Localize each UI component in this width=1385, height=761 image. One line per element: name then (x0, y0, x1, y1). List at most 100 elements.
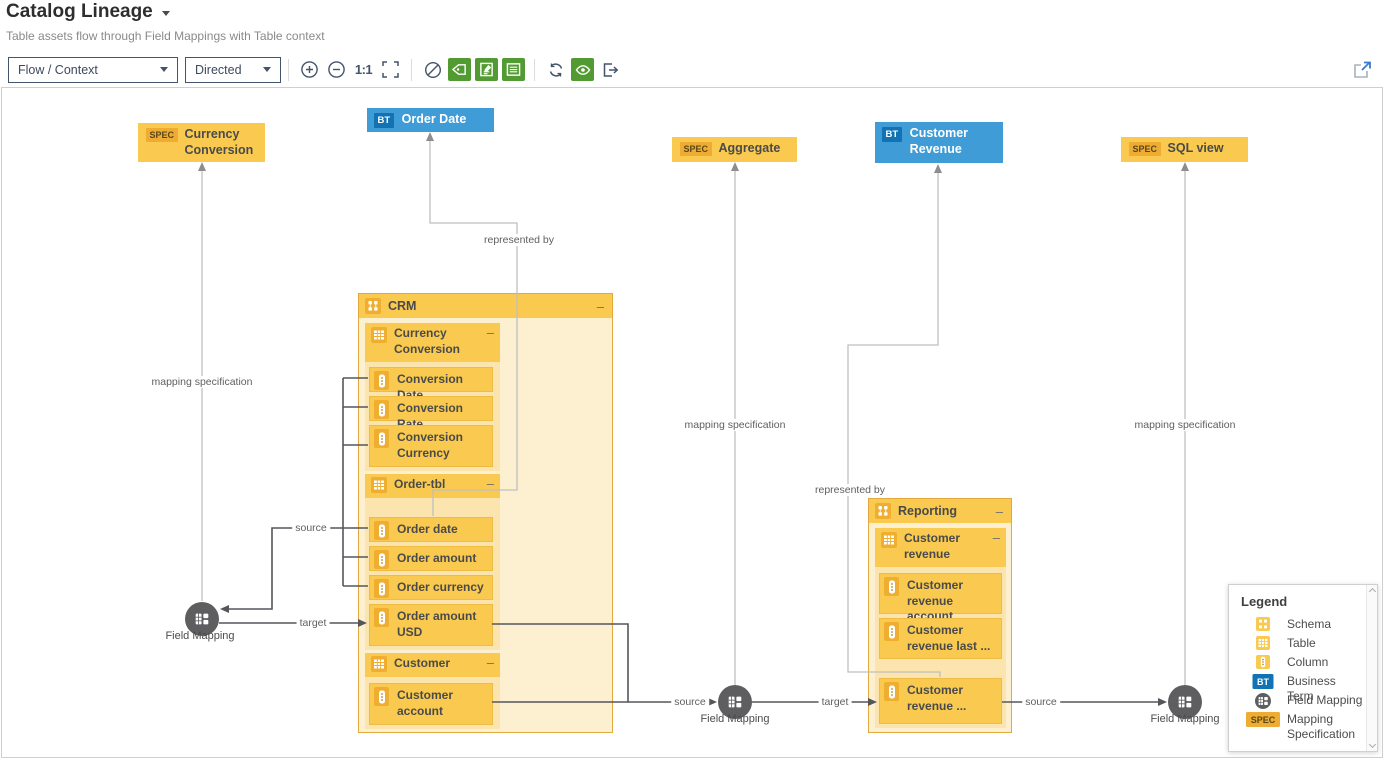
column-icon (374, 371, 389, 390)
group-schema-crm[interactable]: CRM – Currency Conversion – Conversion D… (358, 293, 613, 733)
schema-icon (875, 503, 891, 519)
field-mapping-label: Field Mapping (165, 630, 234, 642)
column-node[interactable]: Order amount USD (369, 604, 493, 646)
list-view-icon (506, 62, 521, 77)
business-term-badge: BT (882, 127, 902, 142)
field-mapping-icon (193, 610, 211, 628)
table-header[interactable]: Customer – (365, 653, 500, 677)
column-node[interactable]: Customer revenue ... (879, 678, 1002, 724)
column-icon (884, 577, 899, 596)
table-header[interactable]: Currency Conversion – (365, 323, 500, 362)
edge-label-mapping-specification: mapping specification (682, 419, 789, 431)
table-node-customer-revenue[interactable]: Customer revenue – Customer revenue acco… (875, 528, 1006, 728)
title-caret-down-icon[interactable] (162, 11, 170, 16)
disable-overlay-button[interactable] (420, 58, 445, 82)
spec-badge: SPEC (146, 128, 178, 142)
export-diagram-icon (601, 61, 619, 79)
show-overlay-button[interactable] (571, 58, 594, 81)
column-node[interactable]: Customer account (369, 683, 493, 725)
schema-icon (365, 298, 381, 314)
table-node-customer[interactable]: Customer – Customer account (365, 653, 500, 729)
list-view-button[interactable] (502, 58, 525, 81)
legend-title: Legend (1241, 594, 1287, 609)
disable-overlay-icon (424, 61, 442, 79)
layout-select-value: Flow / Context (18, 63, 98, 77)
zoom-in-button[interactable] (297, 58, 322, 82)
actual-size-button[interactable]: 1:1 (351, 58, 376, 82)
refresh-button[interactable] (543, 58, 568, 82)
table-node-currency-conversion[interactable]: Currency Conversion – Conversion Date Co… (365, 323, 500, 471)
collapse-button[interactable]: – (487, 326, 494, 339)
spec-badge: SPEC (1129, 142, 1161, 156)
group-header-crm[interactable]: CRM – (359, 294, 612, 318)
node-business-term-order-date[interactable]: BT Order Date (367, 108, 494, 132)
table-icon (371, 327, 387, 343)
column-node[interactable]: Conversion Currency (369, 425, 493, 467)
group-header-reporting[interactable]: Reporting – (869, 499, 1011, 523)
column-node[interactable]: Order date (369, 517, 493, 542)
node-mapping-spec-aggregate[interactable]: SPEC Aggregate (672, 137, 797, 162)
open-in-new-window-button[interactable] (1350, 57, 1374, 81)
column-icon (374, 550, 389, 569)
column-node[interactable]: Customer revenue last ... (879, 618, 1002, 659)
column-icon (374, 687, 389, 706)
field-mapping-label: Field Mapping (700, 713, 769, 725)
detail-pane-button[interactable] (475, 58, 498, 81)
collapse-button[interactable]: – (993, 531, 1000, 544)
node-mapping-spec-currency-conversion[interactable]: SPEC Currency Conversion (138, 123, 265, 162)
node-mapping-spec-sql-view[interactable]: SPEC SQL view (1121, 137, 1248, 162)
fit-to-screen-icon (382, 61, 399, 78)
open-in-new-window-icon (1353, 60, 1372, 79)
field-mapping-label: Field Mapping (1150, 713, 1219, 725)
edge-label-source: source (1022, 696, 1060, 708)
tag-labels-button[interactable] (448, 58, 471, 81)
scroll-down-icon[interactable] (1368, 741, 1375, 748)
collapse-button[interactable]: – (996, 505, 1003, 518)
node-label: Customer Revenue (910, 126, 996, 157)
legend-scrollbar[interactable] (1366, 585, 1377, 751)
column-node[interactable]: Conversion Date (369, 367, 493, 392)
zoom-out-icon (327, 60, 346, 79)
column-icon (1256, 655, 1270, 674)
spec-badge: SPEC (680, 142, 712, 156)
export-diagram-button[interactable] (597, 58, 622, 82)
refresh-icon (547, 61, 565, 79)
column-icon (374, 608, 389, 627)
node-label: Currency Conversion (185, 127, 258, 158)
column-label: Order date (397, 520, 458, 538)
toolbar-divider (411, 59, 412, 81)
layout-select[interactable]: Flow / Context (8, 57, 178, 83)
column-node[interactable]: Customer revenue account (879, 573, 1002, 614)
eye-icon (575, 62, 591, 78)
direction-select[interactable]: Directed (185, 57, 281, 83)
direction-select-value: Directed (195, 63, 242, 77)
mapping-specification-icon: SPEC (1246, 712, 1280, 732)
column-icon (374, 579, 389, 598)
column-label: Conversion Currency (397, 428, 488, 461)
column-label: Customer account (397, 686, 488, 719)
table-header[interactable]: Order-tbl – (365, 474, 500, 498)
collapse-button[interactable]: – (487, 656, 494, 669)
fit-to-screen-button[interactable] (378, 58, 403, 82)
table-node-order-tbl[interactable]: Order-tbl – Order date Order amount Orde… (365, 474, 500, 650)
table-name: Order-tbl (394, 477, 487, 493)
legend-label: Table (1287, 636, 1363, 651)
column-label: Order amount USD (397, 607, 488, 640)
legend-label: Schema (1287, 617, 1363, 632)
column-node[interactable]: Order currency (369, 575, 493, 600)
node-business-term-customer-revenue[interactable]: BT Customer Revenue (875, 122, 1003, 163)
collapse-button[interactable]: – (597, 300, 604, 313)
group-schema-reporting[interactable]: Reporting – Customer revenue – Customer … (868, 498, 1012, 733)
zoom-out-button[interactable] (324, 58, 349, 82)
collapse-button[interactable]: – (487, 477, 494, 490)
scroll-up-icon[interactable] (1368, 588, 1375, 595)
node-label: SQL view (1168, 141, 1224, 157)
zoom-in-icon (300, 60, 319, 79)
column-icon (374, 400, 389, 419)
column-node[interactable]: Conversion Rate (369, 396, 493, 421)
column-icon (374, 521, 389, 540)
table-header[interactable]: Customer revenue – (875, 528, 1006, 567)
page-title-text: Catalog Lineage (6, 1, 153, 23)
column-node[interactable]: Order amount (369, 546, 493, 571)
column-icon (884, 622, 899, 641)
